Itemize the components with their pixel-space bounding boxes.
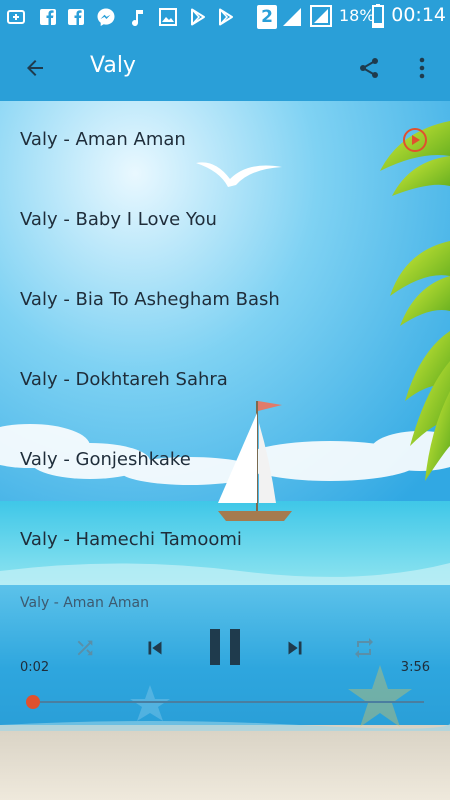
app-bar: Valy: [0, 33, 450, 101]
list-item[interactable]: Valy - Bia To Ashegham Bash: [0, 261, 450, 341]
page-title: Valy: [90, 53, 136, 78]
battery-icon: [372, 4, 384, 28]
clock: 00:14: [391, 4, 446, 26]
sim-card-icon: 2: [257, 5, 277, 29]
share-button[interactable]: [348, 47, 390, 89]
play-store-icon: [216, 7, 236, 27]
seek-bar[interactable]: [26, 695, 424, 709]
status-bar: 2 18% 00:14: [0, 0, 450, 33]
sim-number: 2: [261, 7, 273, 27]
play-store-icon: [188, 7, 208, 27]
overflow-menu-button[interactable]: [404, 47, 440, 89]
facebook-icon: [38, 7, 58, 27]
list-item[interactable]: Valy - Hamechi Tamoomi: [0, 501, 450, 581]
more-vert-icon: [419, 57, 425, 79]
signal-icon: [282, 7, 302, 27]
battery-percent: 18%: [339, 6, 375, 25]
pause-icon: [210, 629, 240, 665]
messenger-icon: [96, 7, 116, 27]
player-background: [0, 585, 450, 800]
track-title: Valy - Dokhtareh Sahra: [20, 369, 228, 390]
share-icon: [360, 58, 378, 78]
skip-previous-icon: [148, 641, 162, 655]
list-item[interactable]: Valy - Dokhtareh Sahra: [0, 341, 450, 421]
track-list-area: Valy - Aman Aman Valy - Baby I Love You …: [0, 101, 450, 585]
signal-icon: [310, 5, 332, 27]
repeat-icon: [355, 638, 373, 658]
music-note-icon: [128, 7, 148, 27]
repeat-button[interactable]: [344, 629, 384, 667]
pause-button[interactable]: [202, 621, 248, 673]
list-item[interactable]: Valy - Aman Aman: [0, 101, 450, 181]
track-title: Valy - Hamechi Tamoomi: [20, 529, 242, 550]
facebook-icon: [66, 7, 86, 27]
total-time: 3:56: [400, 660, 430, 675]
shuffle-button[interactable]: [66, 629, 104, 667]
play-circle-icon[interactable]: [402, 127, 428, 153]
skip-next-icon: [288, 641, 302, 655]
track-title: Valy - Aman Aman: [20, 129, 186, 150]
track-title: Valy - Baby I Love You: [20, 209, 217, 230]
current-time: 0:02: [20, 660, 50, 675]
player-panel: Valy - Aman Aman 0:02 3:56: [0, 585, 450, 800]
previous-button[interactable]: [134, 625, 176, 671]
track-title: Valy - Gonjeshkake: [20, 449, 191, 470]
list-item[interactable]: Valy - Baby I Love You: [0, 181, 450, 261]
arrow-left-icon: [27, 60, 43, 76]
track-title: Valy - Bia To Ashegham Bash: [20, 289, 280, 310]
now-playing-title: Valy - Aman Aman: [20, 595, 149, 611]
list-item[interactable]: Valy - Gonjeshkake: [0, 421, 450, 501]
shuffle-icon: [77, 640, 93, 656]
back-button[interactable]: [14, 47, 56, 89]
image-icon: [158, 7, 178, 27]
next-button[interactable]: [274, 625, 316, 671]
add-notification-icon: [6, 7, 26, 27]
